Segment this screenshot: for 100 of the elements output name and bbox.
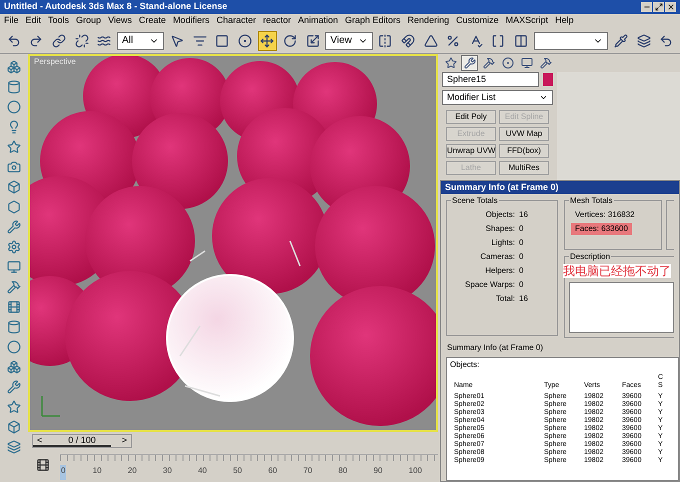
stat-value: 0: [519, 251, 524, 263]
layers-icon: [7, 440, 21, 454]
modifier-button[interactable]: MultiRes: [499, 161, 549, 175]
pipette-icon: [614, 34, 628, 48]
window-title: Untitled - Autodesk 3ds Max 8 - Stand-alone License: [4, 0, 228, 14]
rotate-icon: [282, 34, 297, 48]
wrench-icon: [7, 380, 21, 394]
summary-caption: Summary Info (at Frame 0): [446, 342, 544, 354]
frame-tick-label: 80: [338, 465, 348, 477]
menu-item[interactable]: Animation: [298, 14, 338, 28]
stat-label: Total:: [494, 293, 516, 305]
sidebar-star-button[interactable]: [5, 398, 23, 415]
frame-tick-label: 20: [128, 465, 137, 477]
layers-icon: [636, 34, 651, 48]
scale-icon: [306, 34, 320, 48]
boxes-icon: [7, 360, 21, 374]
sidebar-monitor-button[interactable]: [5, 258, 23, 275]
stat-value: 0: [519, 237, 524, 249]
stat-label: Cameras:: [479, 251, 516, 263]
stat-label: Space Warps:: [464, 279, 516, 291]
previous-frame-arrow[interactable]: <: [37, 434, 42, 448]
maximize-button[interactable]: [653, 2, 664, 12]
wrench-icon: [464, 57, 476, 69]
columns-icon: [514, 34, 528, 48]
sidebar-hammer-button[interactable]: [5, 278, 23, 295]
panel-wrench-tab[interactable]: [461, 55, 478, 71]
brackets-icon: [491, 34, 506, 48]
circle-icon: [7, 340, 21, 354]
mesh-stat: Vertices: 316832: [574, 209, 636, 221]
menu-item[interactable]: Rendering: [408, 14, 450, 28]
frame-tick-label: 90: [374, 465, 382, 477]
triangle-icon: [424, 34, 438, 48]
sidebar-layers-button[interactable]: [5, 438, 23, 455]
dropdown-field[interactable]: All: [116, 32, 164, 50]
hexagon-icon: [7, 200, 21, 214]
pointer-icon: [170, 34, 184, 48]
menu-item[interactable]: Views: [108, 14, 132, 28]
sidebar-wrench-button[interactable]: [5, 378, 23, 395]
modifier-button[interactable]: FFD(box): [499, 144, 549, 158]
dropdown-field[interactable]: [534, 32, 608, 50]
menu-item[interactable]: Edit: [26, 14, 42, 28]
menu-item[interactable]: Group: [76, 14, 102, 28]
circle-dot-icon: [238, 34, 252, 48]
modifier-button[interactable]: UVW Map: [499, 127, 549, 141]
key-filter-icon[interactable]: [36, 458, 50, 472]
magnet-icon: [400, 34, 415, 48]
object-name-field[interactable]: Sphere15: [442, 72, 539, 87]
monitor-icon: [7, 260, 21, 274]
squiggle-icon: [97, 34, 112, 48]
boxes-icon: [7, 60, 21, 74]
menu-item[interactable]: Modifiers: [172, 14, 210, 28]
menu-item[interactable]: Character: [216, 14, 256, 28]
menu-item[interactable]: Help: [555, 14, 574, 28]
close-button[interactable]: [665, 2, 676, 12]
sidebar-settings-button[interactable]: [5, 238, 23, 255]
unlink-icon: [74, 34, 89, 48]
sidebar-cylinder-button[interactable]: [5, 318, 23, 335]
stat-value: 0: [519, 279, 524, 291]
modifier-list-dropdown[interactable]: Modifier List: [442, 90, 553, 105]
stat-label: Lights:: [490, 237, 516, 249]
camera-icon: [7, 160, 21, 174]
frame-tick-label: 100: [408, 465, 422, 477]
sidebar-boxes-button[interactable]: [5, 58, 23, 75]
caret-icon: [539, 93, 548, 102]
sidebar-boxes-button[interactable]: [5, 358, 23, 375]
menu-item[interactable]: Tools: [48, 14, 70, 28]
redo-icon: [29, 34, 44, 48]
sidebar-circle-button[interactable]: [5, 98, 23, 115]
menu-item[interactable]: MAXScript: [506, 14, 548, 28]
sidebar-wrench-button[interactable]: [5, 218, 23, 235]
sidebar-star-button[interactable]: [5, 138, 23, 155]
objects-title: Objects:: [450, 359, 480, 371]
toolbar-move-button[interactable]: [258, 30, 278, 50]
sidebar-box-button[interactable]: [5, 418, 23, 435]
time-slider[interactable]: < 0 / 100 >: [32, 434, 132, 448]
viewport-label: Perspective: [34, 56, 76, 68]
sidebar-box-button[interactable]: [5, 178, 23, 195]
menu-item[interactable]: Create: [138, 14, 166, 28]
timeline-ruler[interactable]: 0 10 20 30 40 50 60 70 80 90 100: [60, 454, 438, 480]
star-icon: [444, 57, 456, 69]
menu-item[interactable]: Graph Editors: [345, 14, 401, 28]
move-icon: [260, 34, 274, 48]
next-frame-arrow[interactable]: >: [122, 434, 127, 448]
modifier-button[interactable]: Unwrap UVW: [446, 144, 496, 158]
dialog-title-bar: Summary Info (at Frame 0): [441, 181, 679, 194]
menu-item[interactable]: reactor: [262, 14, 291, 28]
sidebar-cylinder-button[interactable]: [5, 78, 23, 95]
dropdown-field[interactable]: View: [325, 32, 373, 50]
description-field[interactable]: [569, 282, 674, 333]
object-color-swatch[interactable]: [543, 73, 553, 86]
stat-value: 16: [519, 293, 528, 305]
sidebar-film-button[interactable]: [5, 298, 23, 315]
sidebar-circle-button[interactable]: [5, 338, 23, 355]
menu-item[interactable]: File: [4, 14, 19, 28]
sidebar-hexagon-button[interactable]: [5, 198, 23, 215]
modifier-button[interactable]: Edit Poly: [446, 110, 496, 124]
minimize-button[interactable]: [641, 2, 652, 12]
menu-item[interactable]: Customize: [456, 14, 499, 28]
link-icon: [52, 34, 66, 48]
star-icon: [7, 400, 21, 414]
